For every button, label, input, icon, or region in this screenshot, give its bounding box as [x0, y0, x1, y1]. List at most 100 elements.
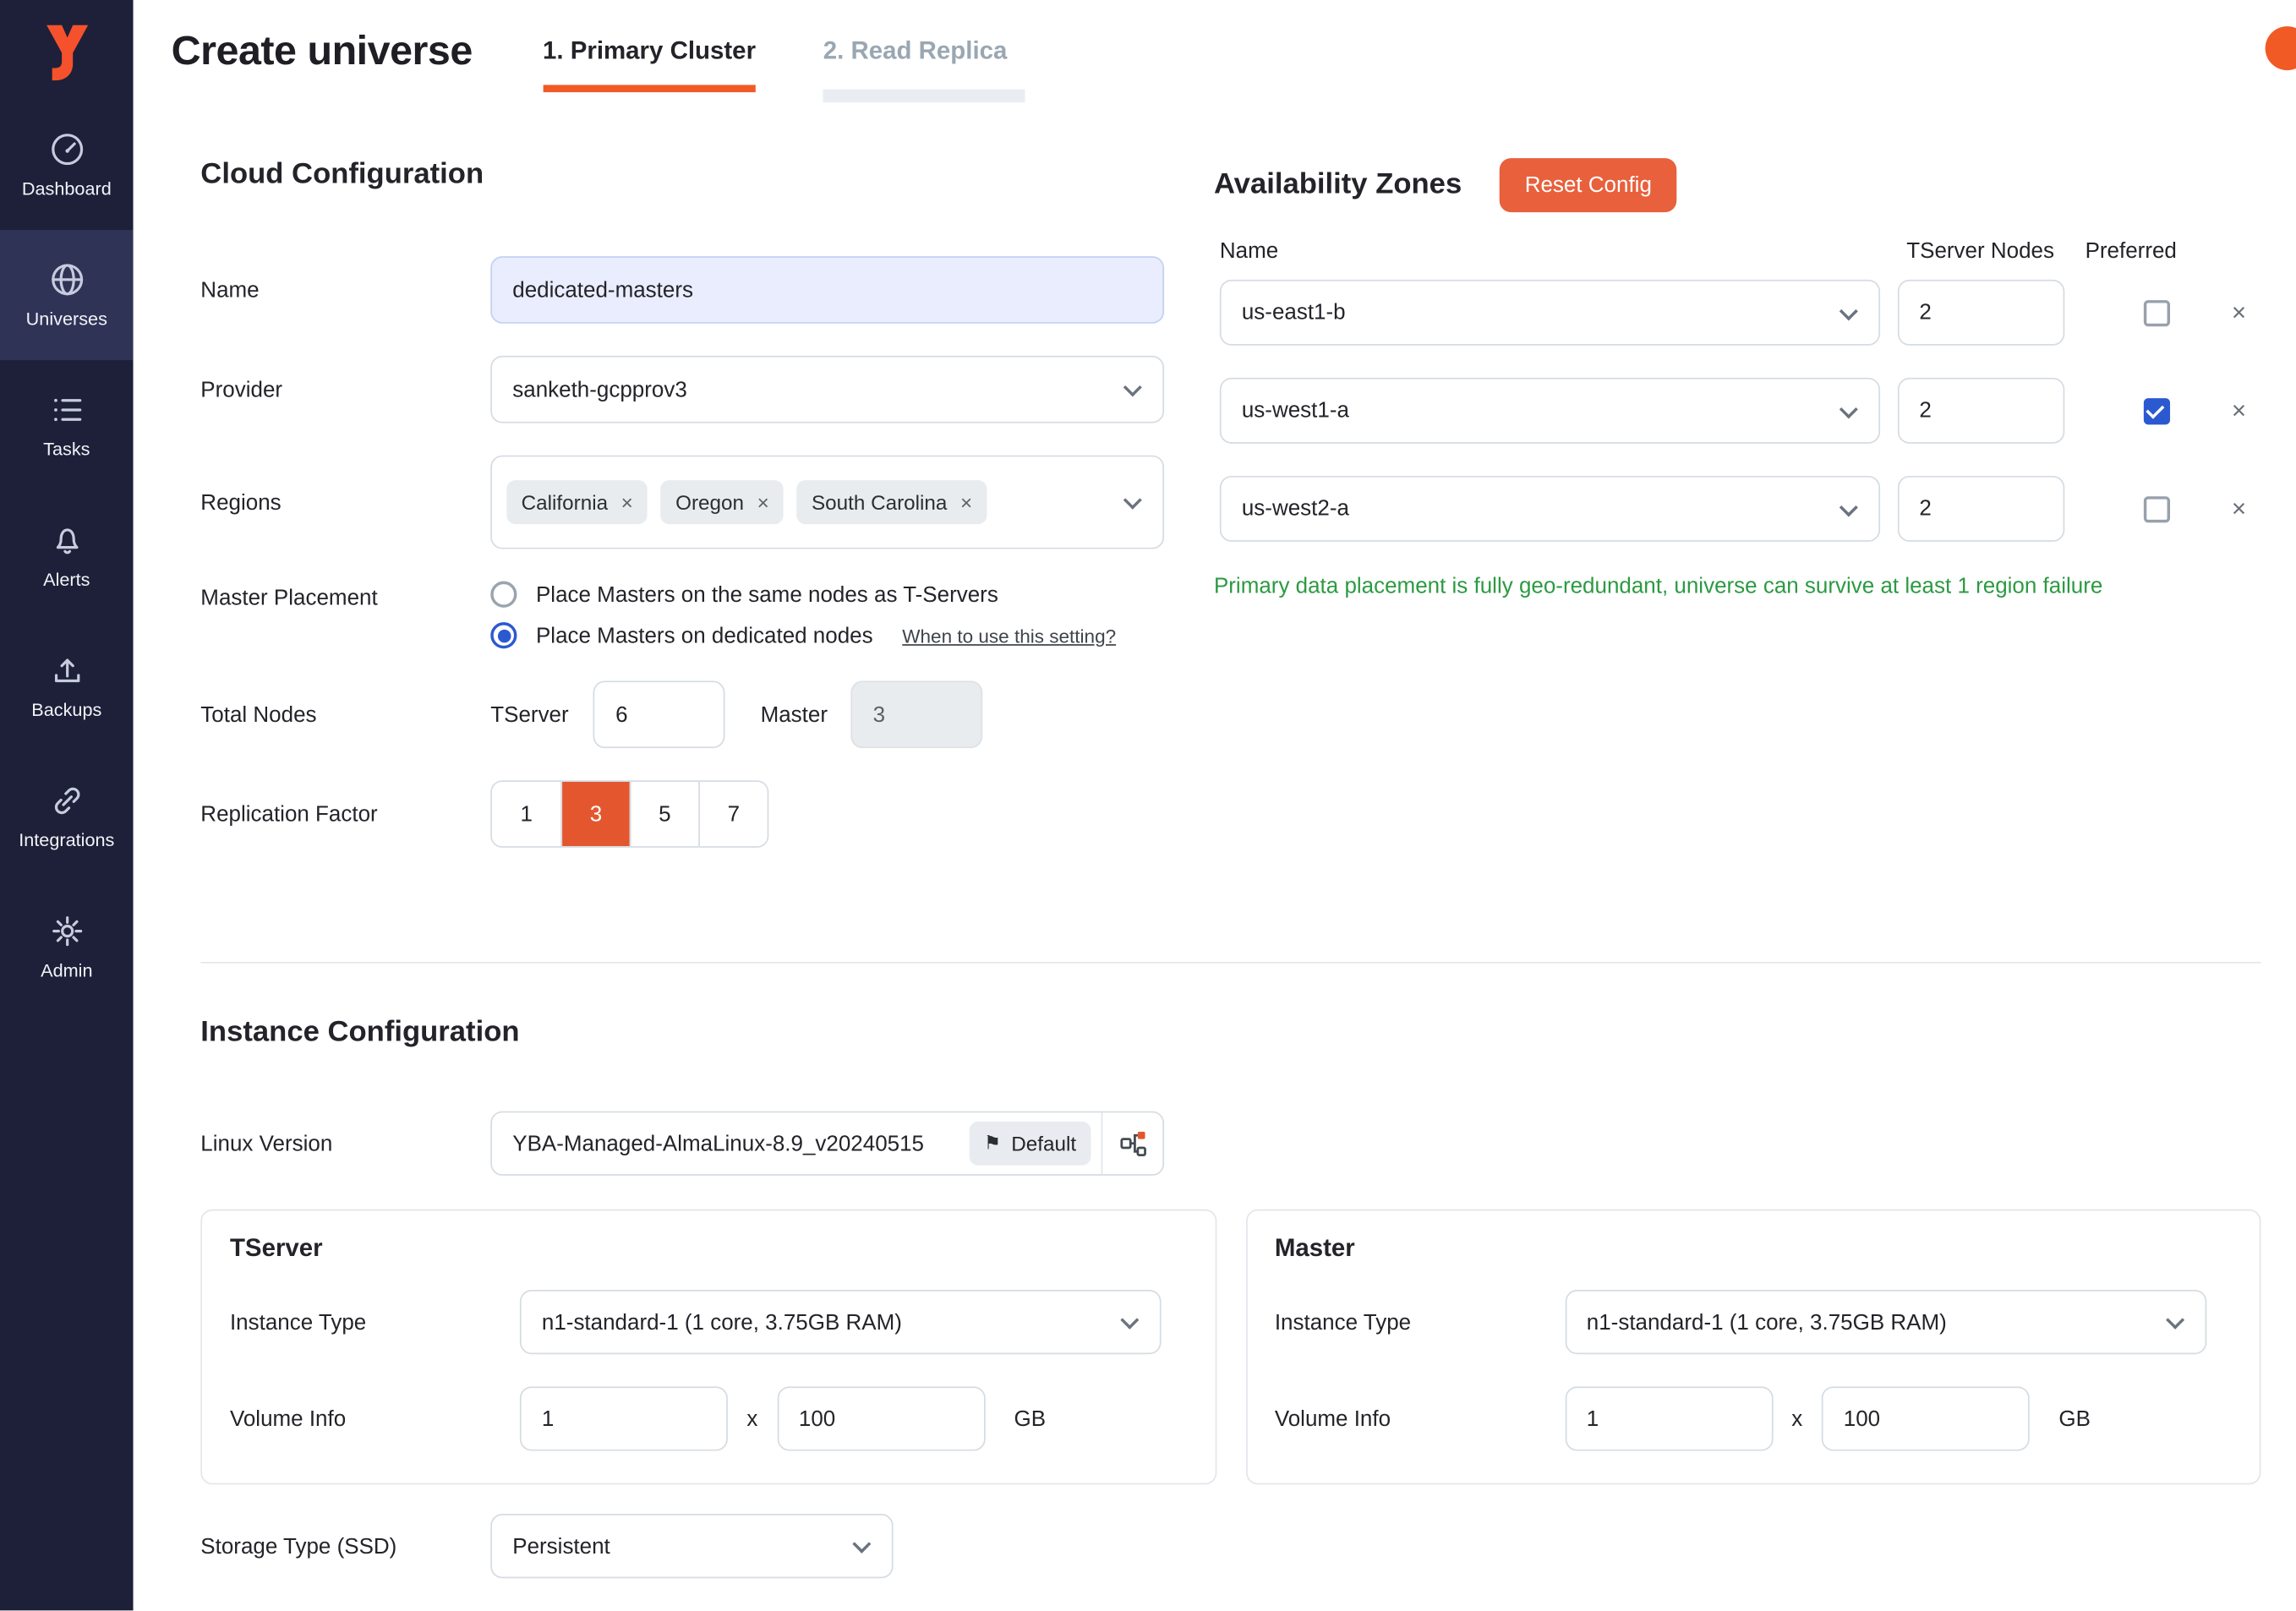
regions-label: Regions — [200, 489, 490, 514]
tserver-card-title: TServer — [230, 1234, 1189, 1264]
tab-label: 1. Primary Cluster — [543, 36, 756, 66]
volume-multiplier: x — [1791, 1406, 1802, 1431]
sidebar-item-dashboard[interactable]: Dashboard — [0, 100, 134, 230]
az-nodes-input[interactable] — [1897, 476, 2064, 542]
remove-region-icon[interactable]: × — [621, 490, 633, 514]
release-tree-button[interactable] — [1102, 1112, 1163, 1174]
sidebar-item-universes[interactable]: Universes — [0, 230, 134, 360]
rf-option-1[interactable]: 1 — [492, 782, 560, 846]
name-label: Name — [200, 277, 490, 302]
az-column-headers: Name TServer Nodes Preferred — [1214, 238, 2260, 269]
sidebar-item-tasks[interactable]: Tasks — [0, 360, 134, 490]
storage-type-select[interactable]: Persistent — [490, 1514, 893, 1578]
cluster-tabs: 1. Primary Cluster 2. Read Replica — [543, 0, 1007, 102]
rf-option-7[interactable]: 7 — [698, 782, 767, 846]
az-nodes-input[interactable] — [1897, 378, 2064, 444]
chevron-down-icon — [1123, 378, 1142, 396]
provider-select[interactable]: sanketh-gcpprov3 — [490, 356, 1164, 423]
sidebar-item-admin[interactable]: Admin — [0, 882, 134, 1012]
master-total-nodes-input — [851, 680, 983, 748]
az-zone-select[interactable]: us-west1-a — [1220, 378, 1880, 444]
master-volume-size-input[interactable] — [1822, 1386, 2030, 1450]
radio-label: Place Masters on dedicated nodes — [536, 623, 873, 647]
instance-type-value: n1-standard-1 (1 core, 3.75GB RAM) — [1587, 1309, 1947, 1334]
chevron-down-icon — [1839, 301, 1857, 319]
region-chips: California × Oregon × South Carolina × — [506, 480, 987, 524]
replication-factor-selector: 1 3 5 7 — [490, 780, 768, 848]
az-zone-select[interactable]: us-east1-b — [1220, 280, 1880, 346]
chevron-down-icon — [852, 1535, 871, 1554]
chevron-down-icon — [1123, 491, 1142, 510]
master-instance-type-select[interactable]: n1-standard-1 (1 core, 3.75GB RAM) — [1565, 1290, 2206, 1354]
sidebar-item-label: Alerts — [43, 570, 90, 590]
az-zone-value: us-west1-a — [1242, 398, 1349, 423]
section-divider — [200, 962, 2260, 964]
replication-factor-label: Replication Factor — [200, 801, 490, 826]
tab-primary-cluster[interactable]: 1. Primary Cluster — [543, 0, 756, 102]
tab-read-replica[interactable]: 2. Read Replica — [823, 0, 1008, 102]
preferred-checkbox[interactable] — [2144, 495, 2170, 522]
preferred-checkbox[interactable] — [2144, 397, 2170, 423]
universes-icon — [47, 260, 85, 298]
radio-dedicated-nodes[interactable]: Place Masters on dedicated nodes When to… — [490, 622, 1116, 648]
region-chip: California × — [506, 480, 648, 524]
backups-icon — [47, 652, 85, 690]
tserver-volume-count-input[interactable] — [520, 1386, 728, 1450]
region-chip: Oregon × — [661, 480, 784, 524]
content: Cloud Configuration Name Provider sanket… — [134, 102, 2296, 1610]
az-zone-select[interactable]: us-west2-a — [1220, 476, 1880, 542]
availability-zones-section: Availability Zones Reset Config Name TSe… — [1214, 158, 2260, 598]
rf-option-5[interactable]: 5 — [630, 782, 698, 846]
master-placement-label: Master Placement — [200, 582, 490, 611]
sidebar-item-label: Backups — [31, 700, 101, 720]
sidebar-item-backups[interactable]: Backups — [0, 620, 134, 751]
storage-type-label: Storage Type (SSD) — [200, 1533, 490, 1558]
universe-name-input[interactable] — [490, 256, 1164, 324]
tserver-volume-size-input[interactable] — [777, 1386, 985, 1450]
default-badge: ⚑ Default — [970, 1122, 1091, 1166]
volume-info-label: Volume Info — [230, 1406, 520, 1431]
linux-version-label: Linux Version — [200, 1131, 490, 1155]
az-col-tserver-nodes: TServer Nodes — [1906, 238, 2054, 263]
az-zone-value: us-west2-a — [1242, 496, 1349, 521]
sidebar-item-alerts[interactable]: Alerts — [0, 490, 134, 620]
cloud-configuration-section: Cloud Configuration Name Provider sanket… — [200, 158, 1164, 880]
az-nodes-input[interactable] — [1897, 280, 2064, 346]
remove-az-icon[interactable]: × — [2232, 494, 2246, 524]
sidebar-item-label: Dashboard — [22, 178, 112, 199]
sidebar-item-label: Integrations — [19, 830, 114, 850]
yugabyte-logo-icon — [41, 22, 91, 86]
storage-type-value: Persistent — [512, 1533, 610, 1558]
provider-value: sanketh-gcpprov3 — [512, 377, 687, 401]
tserver-instance-type-select[interactable]: n1-standard-1 (1 core, 3.75GB RAM) — [520, 1290, 1162, 1354]
master-inline-label: Master — [761, 702, 828, 727]
instance-type-label: Instance Type — [230, 1309, 520, 1334]
dashboard-icon — [47, 130, 85, 168]
remove-region-icon[interactable]: × — [757, 490, 769, 514]
instance-type-label: Instance Type — [1275, 1309, 1565, 1334]
preferred-checkbox[interactable] — [2144, 299, 2170, 325]
avatar-partial[interactable] — [2266, 26, 2296, 70]
page-title: Create universe — [172, 28, 473, 74]
reset-config-button[interactable]: Reset Config — [1500, 158, 1676, 212]
regions-multiselect[interactable]: California × Oregon × South Carolina × — [490, 456, 1164, 549]
yugabyte-logo[interactable] — [0, 0, 134, 100]
remove-az-icon[interactable]: × — [2232, 396, 2246, 426]
linux-version-select[interactable]: YBA-Managed-AlmaLinux-8.9_v20240515 ⚑ De… — [490, 1111, 1164, 1176]
cloud-configuration-title: Cloud Configuration — [200, 158, 1164, 192]
master-volume-count-input[interactable] — [1565, 1386, 1773, 1450]
radio-same-nodes[interactable]: Place Masters on the same nodes as T-Ser… — [490, 582, 1116, 608]
when-to-use-link[interactable]: When to use this setting? — [902, 625, 1116, 647]
remove-region-icon[interactable]: × — [960, 490, 972, 514]
volume-unit: GB — [2058, 1406, 2091, 1431]
tserver-total-nodes-input[interactable] — [593, 680, 725, 748]
az-col-preferred: Preferred — [2086, 238, 2177, 263]
sidebar-item-integrations[interactable]: Integrations — [0, 751, 134, 882]
az-row: us-east1-b × — [1214, 280, 2260, 346]
flag-icon: ⚑ — [984, 1132, 1001, 1155]
region-chip-label: South Carolina — [812, 490, 947, 514]
remove-az-icon[interactable]: × — [2232, 298, 2246, 327]
chevron-down-icon — [1120, 1311, 1139, 1330]
rf-option-3[interactable]: 3 — [560, 782, 629, 846]
az-row: us-west1-a × — [1214, 378, 2260, 444]
